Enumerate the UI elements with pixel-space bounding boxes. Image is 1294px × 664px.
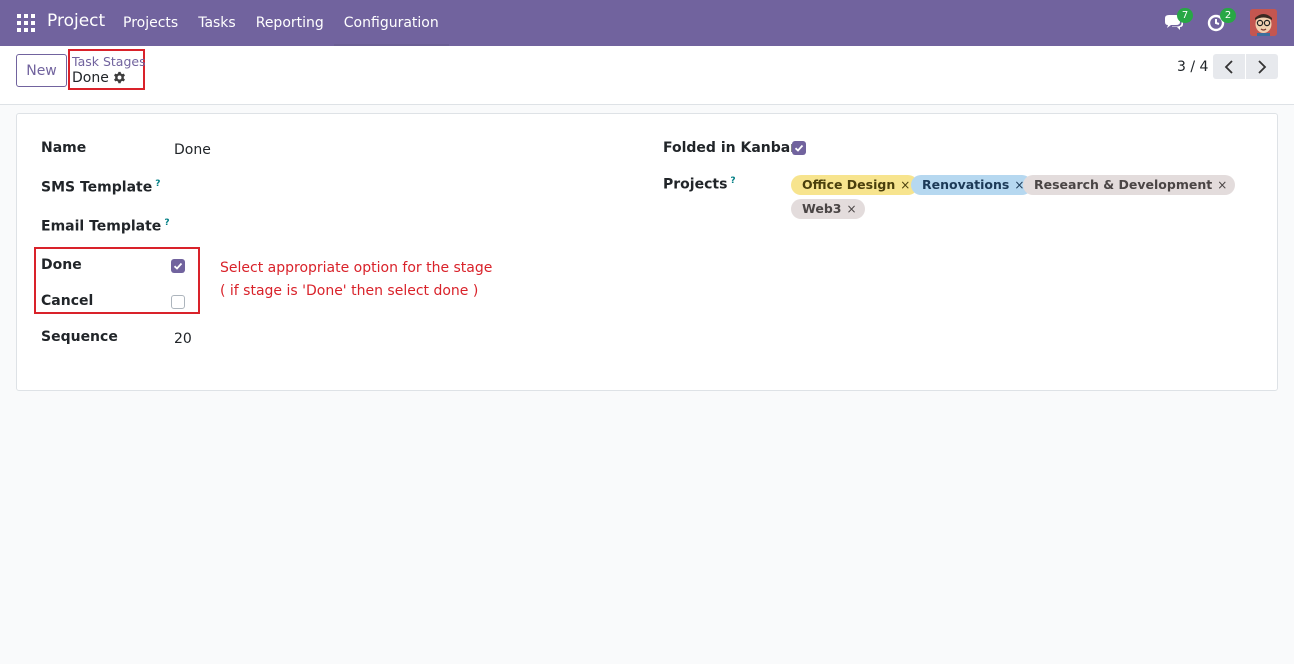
breadcrumb-current: Done bbox=[72, 70, 109, 86]
done-checkbox[interactable] bbox=[171, 259, 185, 273]
menu-tasks[interactable]: Tasks bbox=[188, 0, 246, 46]
user-avatar[interactable] bbox=[1250, 9, 1277, 36]
gear-icon[interactable] bbox=[113, 71, 126, 84]
activities-count-badge: 2 bbox=[1220, 8, 1236, 23]
breadcrumb-task-stages[interactable]: Task Stages bbox=[72, 54, 146, 69]
annotation-line-1: Select appropriate option for the stage bbox=[220, 260, 493, 276]
done-label: Done bbox=[41, 257, 82, 273]
pager-value[interactable]: 3 / 4 bbox=[1177, 59, 1208, 75]
chevron-left-icon bbox=[1224, 59, 1233, 74]
control-panel: New Task Stages Done 3 / 4 bbox=[0, 46, 1294, 105]
chevron-right-icon bbox=[1258, 59, 1267, 74]
apps-menu-icon[interactable] bbox=[17, 14, 35, 32]
sequence-label: Sequence bbox=[41, 329, 118, 345]
projects-label: Projects? bbox=[663, 176, 736, 193]
annotation-line-2: ( if stage is 'Done' then select done ) bbox=[220, 283, 479, 299]
remove-tag-icon[interactable]: × bbox=[1217, 178, 1235, 192]
menu-reporting[interactable]: Reporting bbox=[246, 0, 334, 46]
app-name[interactable]: Project bbox=[47, 11, 105, 31]
sms-template-label: SMS Template? bbox=[41, 179, 161, 196]
new-button[interactable]: New bbox=[16, 54, 67, 87]
sequence-field[interactable]: 20 bbox=[174, 331, 192, 347]
project-tag-web3[interactable]: Web3 × bbox=[791, 199, 865, 219]
messages-icon[interactable]: 7 bbox=[1163, 8, 1193, 34]
help-tooltip-icon[interactable]: ? bbox=[730, 176, 735, 186]
pager-previous-button[interactable] bbox=[1213, 54, 1245, 79]
check-icon bbox=[173, 262, 183, 270]
messages-count-badge: 7 bbox=[1177, 8, 1193, 23]
main-menu: Projects Tasks Reporting Configuration bbox=[113, 0, 449, 46]
activities-clock-icon[interactable]: 2 bbox=[1206, 8, 1236, 34]
form-sheet: Name Done SMS Template? Email Template? … bbox=[16, 113, 1278, 391]
top-navbar: Project Projects Tasks Reporting Configu… bbox=[0, 0, 1294, 46]
remove-tag-icon[interactable]: × bbox=[846, 202, 864, 216]
project-tag-office-design[interactable]: Office Design × bbox=[791, 175, 919, 195]
pager-next-button[interactable] bbox=[1246, 54, 1278, 79]
email-template-label: Email Template? bbox=[41, 218, 170, 235]
name-label: Name bbox=[41, 140, 87, 156]
folded-in-kanban-checkbox[interactable] bbox=[792, 141, 806, 155]
cancel-label: Cancel bbox=[41, 293, 94, 309]
cancel-checkbox[interactable] bbox=[171, 295, 185, 309]
folded-in-kanban-label: Folded in Kanban bbox=[663, 140, 801, 156]
check-icon bbox=[794, 144, 804, 152]
project-tag-renovations[interactable]: Renovations × bbox=[911, 175, 1033, 195]
help-tooltip-icon[interactable]: ? bbox=[155, 179, 160, 189]
project-tag-research-development[interactable]: Research & Development × bbox=[1023, 175, 1236, 195]
menu-configuration[interactable]: Configuration bbox=[333, 0, 449, 46]
menu-projects[interactable]: Projects bbox=[113, 0, 188, 46]
help-tooltip-icon[interactable]: ? bbox=[164, 218, 169, 228]
name-field[interactable]: Done bbox=[174, 142, 211, 158]
